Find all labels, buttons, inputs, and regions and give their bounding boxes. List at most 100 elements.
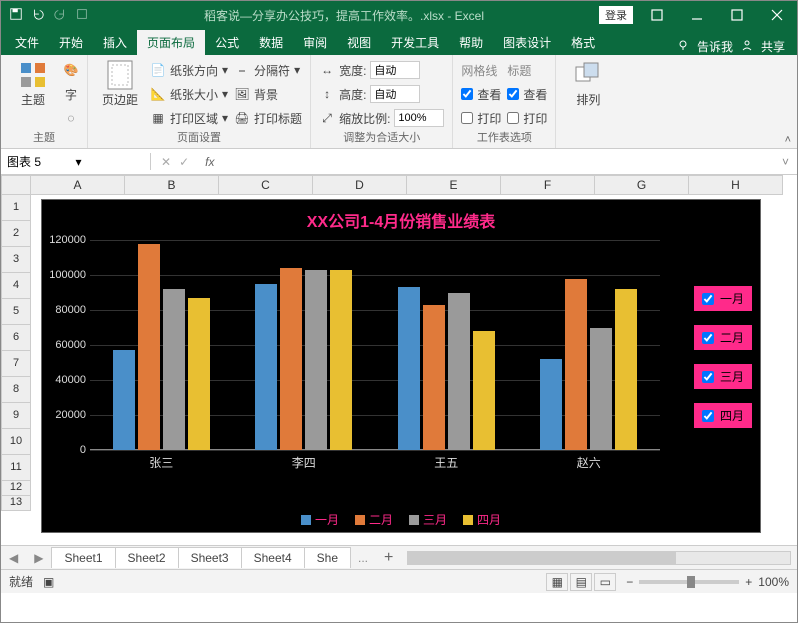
bar[interactable] xyxy=(473,331,495,450)
row-header[interactable]: 12 xyxy=(1,481,31,496)
tab-视图[interactable]: 视图 xyxy=(337,30,381,55)
zoom-value[interactable]: 100% xyxy=(758,575,789,589)
touch-mode-icon[interactable] xyxy=(75,7,89,24)
size-button[interactable]: 📐纸张大小▾ xyxy=(150,83,228,105)
legend-filter-item[interactable]: 二月 xyxy=(694,325,752,350)
enter-fx-icon[interactable]: ✓ xyxy=(179,155,189,169)
legend-item[interactable]: 一月 xyxy=(301,511,339,528)
bar[interactable] xyxy=(163,289,185,450)
bar[interactable] xyxy=(398,287,420,450)
column-header[interactable]: E xyxy=(407,175,501,195)
bar[interactable] xyxy=(540,359,562,450)
row-header[interactable]: 5 xyxy=(1,299,31,325)
column-header[interactable]: D xyxy=(313,175,407,195)
scale-input[interactable] xyxy=(394,109,444,127)
print-titles-button[interactable]: 🖨打印标题 xyxy=(234,107,302,129)
bar-group[interactable] xyxy=(518,240,661,450)
background-button[interactable]: 🖼背景 xyxy=(234,83,302,105)
zoom-out-icon[interactable]: − xyxy=(626,575,633,589)
sheet-tab[interactable]: Sheet2 xyxy=(115,547,179,568)
zoom-in-icon[interactable]: + xyxy=(745,575,752,589)
sheet-tab[interactable]: Sheet4 xyxy=(241,547,305,568)
height-input[interactable] xyxy=(370,85,420,103)
bar[interactable] xyxy=(565,279,587,451)
bar[interactable] xyxy=(113,350,135,450)
row-header[interactable]: 4 xyxy=(1,273,31,299)
legend-item[interactable]: 四月 xyxy=(463,511,501,528)
page-break-view-icon[interactable]: ▭ xyxy=(594,573,616,591)
tab-页面布局[interactable]: 页面布局 xyxy=(137,30,205,55)
fonts-button[interactable]: 字 xyxy=(63,83,79,105)
zoom-slider[interactable] xyxy=(639,580,739,584)
redo-icon[interactable] xyxy=(53,7,67,24)
arrange-button[interactable]: 排列 xyxy=(564,59,612,108)
sheet-tab[interactable]: Sheet1 xyxy=(51,547,115,568)
print-area-button[interactable]: ▦打印区域▾ xyxy=(150,107,228,129)
row-header[interactable]: 13 xyxy=(1,496,31,511)
macro-record-icon[interactable]: ▣ xyxy=(43,575,54,589)
sheet-nav-prev-icon[interactable]: ◀ xyxy=(1,551,26,565)
tell-me[interactable]: 告诉我 xyxy=(697,38,733,55)
minimize-icon[interactable] xyxy=(677,1,717,29)
tab-公式[interactable]: 公式 xyxy=(205,30,249,55)
column-header[interactable]: F xyxy=(501,175,595,195)
row-header[interactable]: 11 xyxy=(1,455,31,481)
login-button[interactable]: 登录 xyxy=(599,6,633,24)
breaks-button[interactable]: ⎯分隔符▾ xyxy=(234,59,302,81)
headings-print-checkbox[interactable] xyxy=(507,112,519,124)
legend-checkbox[interactable] xyxy=(702,332,714,344)
row-header[interactable]: 9 xyxy=(1,403,31,429)
save-icon[interactable] xyxy=(9,7,23,24)
chart-title[interactable]: XX公司1-4月份销售业绩表 xyxy=(42,200,760,234)
legend-checkbox[interactable] xyxy=(702,410,714,422)
bulb-icon[interactable] xyxy=(677,39,689,54)
tab-图表设计[interactable]: 图表设计 xyxy=(493,30,561,55)
column-header[interactable]: B xyxy=(125,175,219,195)
tab-插入[interactable]: 插入 xyxy=(93,30,137,55)
row-header[interactable]: 1 xyxy=(1,195,31,221)
gridlines-view-checkbox[interactable] xyxy=(461,88,473,100)
bar[interactable] xyxy=(255,284,277,450)
tab-格式[interactable]: 格式 xyxy=(561,30,605,55)
bar[interactable] xyxy=(305,270,327,450)
tab-开发工具[interactable]: 开发工具 xyxy=(381,30,449,55)
chevron-down-icon[interactable]: ▾ xyxy=(76,155,145,169)
legend-filter-item[interactable]: 三月 xyxy=(694,364,752,389)
sheet-tab[interactable]: She xyxy=(304,547,351,568)
bar-group[interactable] xyxy=(375,240,518,450)
tab-文件[interactable]: 文件 xyxy=(5,30,49,55)
tab-数据[interactable]: 数据 xyxy=(249,30,293,55)
legend-item[interactable]: 三月 xyxy=(409,511,447,528)
close-icon[interactable] xyxy=(757,1,797,29)
column-header[interactable]: C xyxy=(219,175,313,195)
column-header[interactable]: G xyxy=(595,175,689,195)
row-header[interactable]: 7 xyxy=(1,351,31,377)
share-button[interactable]: 共享 xyxy=(761,38,785,55)
bar[interactable] xyxy=(423,305,445,450)
tab-开始[interactable]: 开始 xyxy=(49,30,93,55)
bar[interactable] xyxy=(330,270,352,450)
ribbon-mode-icon[interactable] xyxy=(637,1,677,29)
page-layout-view-icon[interactable]: ▤ xyxy=(570,573,592,591)
orientation-button[interactable]: 📄纸张方向▾ xyxy=(150,59,228,81)
row-header[interactable]: 6 xyxy=(1,325,31,351)
tab-审阅[interactable]: 审阅 xyxy=(293,30,337,55)
bar[interactable] xyxy=(138,244,160,451)
collapse-ribbon-icon[interactable]: ˄ xyxy=(785,134,791,146)
legend-filter-item[interactable]: 一月 xyxy=(694,286,752,311)
undo-icon[interactable] xyxy=(31,7,45,24)
themes-button[interactable]: 主题 xyxy=(9,59,57,108)
bar[interactable] xyxy=(280,268,302,450)
bar[interactable] xyxy=(448,293,470,451)
sheet-tab[interactable]: Sheet3 xyxy=(178,547,242,568)
row-header[interactable]: 10 xyxy=(1,429,31,455)
legend-checkbox[interactable] xyxy=(702,293,714,305)
bar-group[interactable] xyxy=(90,240,233,450)
headings-view-checkbox[interactable] xyxy=(507,88,519,100)
share-icon[interactable] xyxy=(741,39,753,54)
colors-button[interactable]: 🎨 xyxy=(63,59,79,81)
effects-button[interactable]: ◌ xyxy=(63,107,79,129)
expand-fbar-icon[interactable]: ˅ xyxy=(774,155,797,169)
tab-帮助[interactable]: 帮助 xyxy=(449,30,493,55)
gridlines-print-checkbox[interactable] xyxy=(461,112,473,124)
